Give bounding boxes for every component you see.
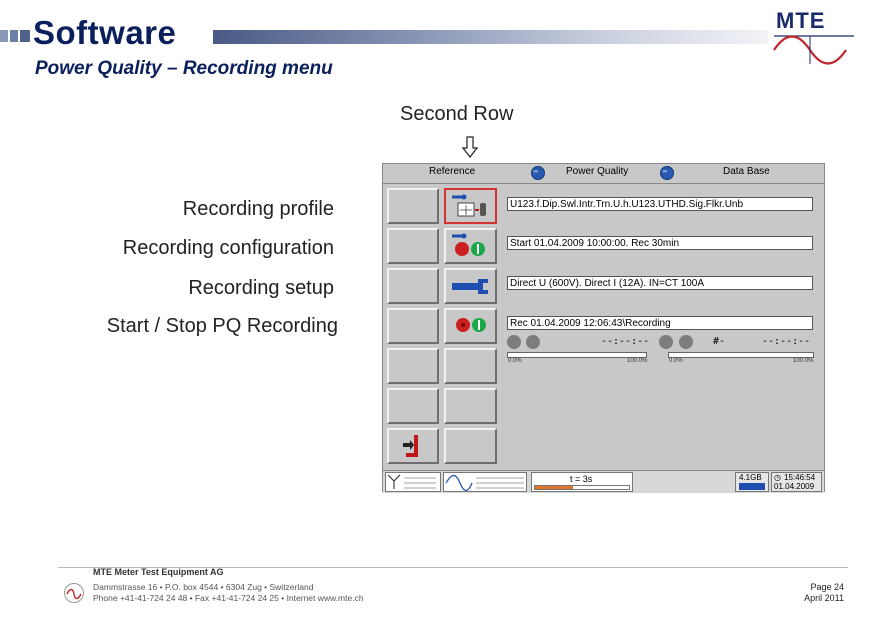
page-number: Page 24 bbox=[810, 582, 844, 592]
progress-left-start: 0.0% bbox=[508, 358, 522, 364]
exit-icon bbox=[403, 435, 418, 457]
counter-right: --:--:-- bbox=[762, 336, 811, 347]
start-stop-icon bbox=[456, 318, 486, 332]
recording-setup-button[interactable] bbox=[444, 268, 497, 304]
header-decor-blocks bbox=[0, 30, 30, 42]
time-indicator: t = 3s bbox=[531, 472, 633, 492]
progress-right-start: 0.0% bbox=[669, 358, 683, 364]
exit-button[interactable] bbox=[387, 428, 439, 464]
tab-bar: Reference Power Quality Data Base bbox=[383, 164, 824, 184]
progress-right-end: 100.0% bbox=[793, 358, 814, 364]
softkey-4[interactable] bbox=[387, 308, 439, 344]
row-label-start-stop-recording: Start / Stop PQ Recording bbox=[106, 315, 338, 337]
waveform-icon bbox=[445, 474, 524, 492]
softkey-empty-3[interactable] bbox=[444, 428, 497, 464]
time-progress-fill bbox=[535, 486, 573, 489]
footer-logo-wave-icon bbox=[66, 588, 82, 600]
recording-setup-field[interactable]: Direct U (600V). Direct I (12A). IN=CT 1… bbox=[507, 276, 813, 290]
status-indicator-icon bbox=[659, 335, 673, 349]
meter-icon bbox=[387, 474, 436, 489]
softkey-6[interactable] bbox=[387, 388, 439, 424]
mte-logo: MTE bbox=[772, 8, 856, 66]
tab-scroll-icon[interactable] bbox=[660, 166, 674, 180]
clock-date: 01.04.2009 bbox=[774, 482, 815, 491]
page-subtitle: Power Quality – Recording menu bbox=[35, 58, 333, 79]
time-label: t = 3s bbox=[570, 474, 593, 484]
clock-indicator: ◷ 15:46:54 01.04.2009 bbox=[771, 472, 822, 492]
tab-data-base[interactable]: Data Base bbox=[723, 166, 770, 177]
logo-text: MTE bbox=[776, 8, 826, 33]
recording-status-field[interactable]: Rec 01.04.2009 12:06:43\Recording bbox=[507, 316, 813, 330]
footer-company: MTE Meter Test Equipment AG bbox=[93, 567, 224, 577]
time-progress-bar bbox=[534, 485, 630, 490]
page-date: April 2011 bbox=[804, 593, 844, 603]
progress-bar-left bbox=[507, 352, 647, 358]
counter-badge: #- bbox=[713, 336, 726, 347]
softkey-3[interactable] bbox=[387, 268, 439, 304]
row-label-recording-configuration: Recording configuration bbox=[122, 237, 334, 259]
counter-left: --:--:-- bbox=[601, 336, 650, 347]
footer-address-line1: Dammstrasse 16 • P.O. box 4544 • 6304 Zu… bbox=[93, 582, 314, 592]
progress-left-end: 100.0% bbox=[627, 358, 648, 364]
footer-logo-icon bbox=[64, 583, 84, 603]
device-screen: Reference Power Quality Data Base bbox=[382, 163, 825, 493]
down-arrow-icon bbox=[462, 136, 478, 158]
profile-icon bbox=[452, 194, 486, 217]
footer-address-line2: Phone +41-41-724 24 48 • Fax +41-41-724 … bbox=[93, 593, 364, 603]
tab-scroll-icon[interactable] bbox=[531, 166, 545, 180]
second-row-label: Second Row bbox=[400, 103, 514, 125]
softkey-5[interactable] bbox=[387, 348, 439, 384]
recording-configuration-button[interactable] bbox=[444, 228, 497, 264]
status-bar: t = 3s 4.1GB ◷ 15:46:54 01.04.2009 bbox=[383, 470, 824, 493]
tab-power-quality[interactable]: Power Quality bbox=[566, 166, 628, 177]
status-indicator-icon bbox=[507, 335, 521, 349]
waveform-indicator bbox=[443, 472, 527, 492]
config-icon bbox=[452, 233, 485, 256]
footer-address: Dammstrasse 16 • P.O. box 4544 • 6304 Zu… bbox=[93, 582, 364, 604]
header-gradient-bar bbox=[213, 30, 768, 44]
page-title: Software bbox=[33, 14, 177, 51]
recording-profile-field[interactable]: U123.f.Dip.Swl.Intr.Trn.U.h.U123.UTHD.Si… bbox=[507, 197, 813, 211]
recording-configuration-field[interactable]: Start 01.04.2009 10:00:00. Rec 30min bbox=[507, 236, 813, 250]
status-indicator-icon bbox=[526, 335, 540, 349]
recording-profile-button[interactable] bbox=[444, 188, 497, 224]
clock-time: 15:46:54 bbox=[784, 473, 816, 482]
storage-indicator: 4.1GB bbox=[735, 472, 769, 492]
softkey-2[interactable] bbox=[387, 228, 439, 264]
footer-page-info: Page 24 April 2011 bbox=[760, 582, 844, 604]
tab-reference[interactable]: Reference bbox=[429, 166, 475, 177]
wrench-icon bbox=[452, 279, 488, 294]
measurement-mode-indicator bbox=[385, 472, 441, 492]
softkey-1[interactable] bbox=[387, 188, 439, 224]
status-indicator-icon bbox=[679, 335, 693, 349]
row-label-recording-setup: Recording setup bbox=[188, 277, 334, 299]
storage-value: 4.1GB bbox=[739, 473, 762, 482]
clock-icon: ◷ bbox=[774, 473, 781, 482]
softkey-empty-1[interactable] bbox=[444, 348, 497, 384]
row-label-recording-profile: Recording profile bbox=[182, 198, 334, 220]
start-stop-recording-button[interactable] bbox=[444, 308, 497, 344]
softkey-empty-2[interactable] bbox=[444, 388, 497, 424]
storage-bar bbox=[739, 483, 765, 490]
